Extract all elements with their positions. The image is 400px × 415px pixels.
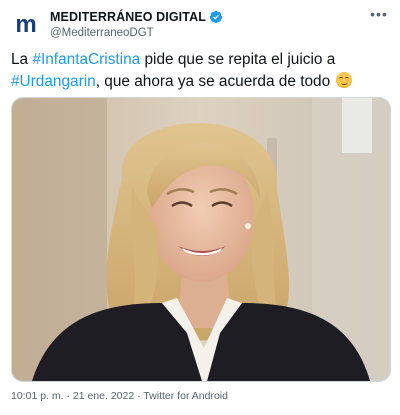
mediterraneo-logo-icon: m xyxy=(10,8,42,40)
smirking-face-emoji-icon xyxy=(336,71,353,88)
more-options-icon[interactable]: ••• xyxy=(368,7,390,24)
user-handle[interactable]: @MediterraneoDGT xyxy=(50,27,350,39)
tweet-photo[interactable] xyxy=(11,97,391,382)
avatar[interactable]: m xyxy=(10,8,42,40)
tweet-meta: 10:01 p. m. · 21 ene. 2022 · Twitter for… xyxy=(11,390,228,402)
meta-separator: · xyxy=(134,390,144,402)
hashtag-link[interactable]: #Urdangarin xyxy=(11,73,96,90)
tweet-time[interactable]: 10:01 p. m. xyxy=(11,390,64,402)
hashtag-link[interactable]: #InfantaCristina xyxy=(32,51,140,68)
svg-text:m: m xyxy=(15,11,36,38)
tweet-text-part: pide que se repita el juicio a xyxy=(140,51,336,68)
name-row: MEDITERRÁNEO DIGITAL xyxy=(50,9,350,25)
verified-badge-icon xyxy=(209,10,223,24)
tweet-card: m MEDITERRÁNEO DIGITAL @MediterraneoDGT … xyxy=(0,0,400,415)
meta-separator: · xyxy=(63,390,73,402)
tweet-text-part: La xyxy=(11,51,33,68)
tweet-text: La #InfantaCristina pide que se repita e… xyxy=(11,49,391,92)
tweet-date[interactable]: 21 ene. 2022 xyxy=(73,390,134,402)
tweet-text-part: , que ahora ya se acuerda de todo xyxy=(95,72,331,90)
author-block: MEDITERRÁNEO DIGITAL @MediterraneoDGT xyxy=(50,9,350,39)
display-name[interactable]: MEDITERRÁNEO DIGITAL xyxy=(50,10,206,24)
tweet-source: Twitter for Android xyxy=(143,390,228,402)
